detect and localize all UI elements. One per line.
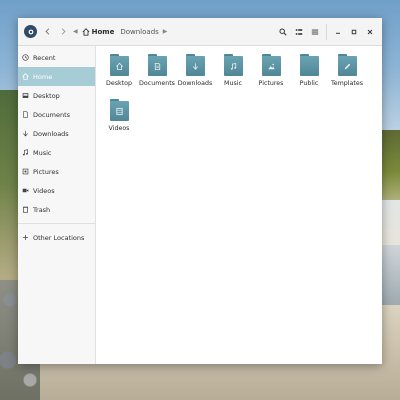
- sidebar-item-trash[interactable]: Trash: [18, 200, 95, 219]
- document-icon: [154, 62, 160, 70]
- folder-desktop[interactable]: Desktop: [100, 52, 138, 97]
- sidebar-item-recent[interactable]: Recent: [18, 48, 95, 67]
- places-sidebar: Recent Home Desktop Documents Downloads …: [18, 46, 96, 364]
- download-arrow-icon: [23, 130, 28, 137]
- wallpaper-dock: [380, 245, 400, 305]
- close-button[interactable]: [362, 24, 378, 40]
- sidebar-item-videos[interactable]: Videos: [18, 181, 95, 200]
- menu-button[interactable]: [307, 24, 323, 40]
- view-options-icon: [295, 28, 303, 35]
- pencil-icon: [344, 63, 350, 69]
- sidebar-item-pictures[interactable]: Pictures: [18, 162, 95, 181]
- sidebar-item-downloads[interactable]: Downloads: [18, 124, 95, 143]
- chevron-left-icon: [44, 28, 49, 35]
- plus-icon: [23, 235, 28, 240]
- folder-icon: [109, 54, 129, 76]
- sidebar-item-home[interactable]: Home: [18, 67, 95, 86]
- document-icon: [23, 111, 28, 118]
- music-note-icon: [22, 149, 28, 156]
- folder-icon: [261, 54, 281, 76]
- minimize-icon: [336, 32, 340, 34]
- breadcrumb-home-label: Home: [91, 27, 115, 36]
- sidebar-item-label: Pictures: [33, 167, 59, 176]
- file-view[interactable]: Desktop Documents Downloads Music Pictur…: [96, 46, 382, 364]
- folder-pictures[interactable]: Pictures: [252, 52, 290, 97]
- sidebar-item-label: Downloads: [33, 129, 69, 138]
- picture-icon: [22, 168, 29, 175]
- breadcrumb-downloads[interactable]: Downloads: [120, 28, 158, 36]
- maximize-button[interactable]: [346, 24, 362, 40]
- sidebar-item-label: Videos: [33, 186, 55, 195]
- folder-icon: [109, 99, 129, 121]
- folder-label: Music: [224, 80, 242, 87]
- hamburger-icon: [311, 29, 319, 34]
- chevron-right-icon: [61, 28, 66, 35]
- folder-label: Public: [299, 80, 319, 87]
- picture-icon: [267, 63, 275, 69]
- folder-label: Templates: [330, 80, 363, 87]
- video-icon: [22, 188, 29, 193]
- sidebar-item-documents[interactable]: Documents: [18, 105, 95, 124]
- search-icon: [279, 27, 287, 36]
- folder-videos[interactable]: Videos: [100, 97, 138, 142]
- folder-downloads[interactable]: Downloads: [176, 52, 214, 97]
- sidebar-item-label: Documents: [33, 110, 71, 119]
- sidebar-item-label: Recent: [33, 53, 56, 62]
- folder-icon: [337, 54, 357, 76]
- back-button[interactable]: [41, 25, 53, 39]
- folder-label: Downloads: [177, 80, 213, 87]
- clock-icon: [22, 54, 29, 61]
- minimize-button[interactable]: [330, 24, 346, 40]
- home-icon: [115, 62, 123, 70]
- close-icon: [367, 29, 373, 34]
- folder-music[interactable]: Music: [214, 52, 252, 97]
- video-icon: [115, 107, 123, 115]
- sidebar-item-label: Home: [33, 72, 53, 81]
- folder-public[interactable]: Public: [290, 52, 328, 97]
- sidebar-item-label: Trash: [33, 205, 51, 214]
- folder-label: Desktop: [106, 80, 132, 87]
- maximize-icon: [351, 29, 357, 34]
- folder-documents[interactable]: Documents: [138, 52, 176, 97]
- breadcrumb-left-arrow[interactable]: ◀: [73, 28, 78, 35]
- breadcrumb-home[interactable]: Home: [82, 27, 115, 36]
- folder-label: Documents: [139, 80, 175, 87]
- content-area: Recent Home Desktop Documents Downloads …: [18, 46, 382, 364]
- trash-icon: [23, 206, 28, 213]
- folder-grid: Desktop Documents Downloads Music Pictur…: [100, 52, 370, 142]
- home-icon: [22, 73, 29, 80]
- sidebar-item-music[interactable]: Music: [18, 143, 95, 162]
- music-note-icon: [230, 62, 236, 70]
- desktop-icon: [22, 93, 29, 98]
- search-button[interactable]: [275, 24, 291, 40]
- sidebar-item-label: Other Locations: [33, 233, 85, 242]
- sidebar-item-other-locations[interactable]: Other Locations: [18, 228, 95, 247]
- sidebar-item-label: Music: [33, 148, 52, 157]
- breadcrumb-right-arrow[interactable]: ▶: [163, 28, 168, 35]
- sidebar-divider: [18, 223, 95, 224]
- view-options-button[interactable]: [291, 24, 307, 40]
- download-arrow-icon: [192, 62, 198, 70]
- file-manager-window: ◀ Home Downloads ▶ Recent Home Desktop D…: [18, 18, 382, 364]
- app-menu-icon[interactable]: [24, 25, 37, 38]
- header-bar: ◀ Home Downloads ▶: [18, 18, 382, 46]
- folder-icon: [147, 54, 167, 76]
- sidebar-item-desktop[interactable]: Desktop: [18, 86, 95, 105]
- header-separator: [326, 23, 327, 40]
- folder-icon: [185, 54, 205, 76]
- folder-label: Pictures: [258, 80, 284, 87]
- folder-templates[interactable]: Templates: [328, 52, 366, 97]
- home-icon: [82, 27, 90, 36]
- folder-icon: [223, 54, 243, 76]
- sidebar-item-label: Desktop: [33, 91, 60, 100]
- wallpaper-trees: [380, 130, 400, 200]
- folder-label: Videos: [108, 125, 130, 132]
- forward-button[interactable]: [57, 25, 69, 39]
- folder-icon: [299, 54, 319, 76]
